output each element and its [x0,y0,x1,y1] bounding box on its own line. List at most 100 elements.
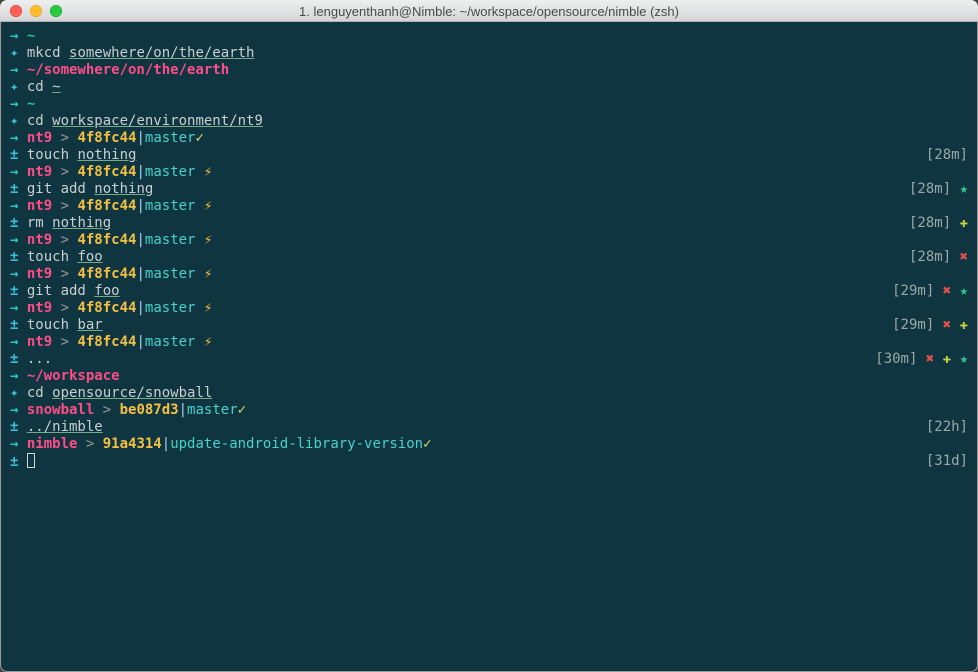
terminal-line: ✦ mkcd somewhere/on/the/earth [10,45,968,62]
segment: touch [27,147,78,163]
segment: ~/somewhere/on/the/earth [27,62,229,78]
rprompt-segment: [22h] [926,419,968,435]
terminal-line: → ~ [10,28,968,45]
segment: | [136,164,144,180]
segment: master [145,232,196,248]
segment: ~ [27,28,35,44]
segment: ± [10,147,27,163]
rprompt-segment: ✚ [943,351,960,367]
segment: | [136,130,144,146]
segment: 91a4314 [103,436,162,452]
segment: be087d3 [120,402,179,418]
rprompt-segment: ✖ [960,249,968,265]
terminal-line: ✦ cd workspace/environment/nt9 [10,113,968,130]
segment: ✦ [10,113,27,129]
segment: ± [10,249,27,265]
segment: ✓ [423,436,431,452]
segment: ~/workspace [27,368,120,384]
segment: cd [27,113,52,129]
rprompt-segment: ✚ [960,317,968,333]
segment: rm [27,215,52,231]
terminal-line: → nt9 > 4f8fc44|master ⚡ [10,164,968,181]
terminal-line: → ~ [10,96,968,113]
segment: ± [10,215,27,231]
rprompt-segment: [28m] [909,215,960,231]
segment: master [145,130,196,146]
segment: touch [27,317,78,333]
terminal-line: ✦ cd opensource/snowball [10,385,968,402]
titlebar: 1. lenguyenthanh@Nimble: ~/workspace/ope… [0,0,978,22]
segment: nothing [94,181,153,197]
segment: nothing [52,215,111,231]
segment: ± [10,454,27,470]
segment: | [162,436,170,452]
rprompt-segment: ★ [960,351,968,367]
segment: ± [10,181,27,197]
rprompt-segment: [29m] [892,283,943,299]
terminal-line: → nt9 > 4f8fc44|master ⚡ [10,232,968,249]
rprompt-segment: [28m] [909,249,960,265]
segment: > [52,198,77,214]
segment: | [179,402,187,418]
segment: ✦ [10,385,27,401]
terminal-line: → nt9 > 4f8fc44|master ⚡ [10,334,968,351]
segment: master [145,164,196,180]
terminal-line: ± touch foo[28m] ✖ [10,249,968,266]
terminal-line: ± ...[30m] ✖ ✚ ★ [10,351,968,368]
segment: → [10,62,27,78]
segment: git [27,181,61,197]
terminal-line: → ~/somewhere/on/the/earth [10,62,968,79]
rprompt-segment: [31d] [926,453,968,469]
segment: 4f8fc44 [77,232,136,248]
segment: nt9 [27,266,52,282]
segment: nt9 [27,334,52,350]
segment: ✦ [10,79,27,95]
segment: cd [27,385,52,401]
rprompt-segment: ✖ [926,351,943,367]
segment: snowball [27,402,94,418]
segment: → [10,130,27,146]
segment: ⚡ [195,198,212,214]
terminal-line: → nimble > 91a4314|update-android-librar… [10,436,968,453]
segment: ± [10,317,27,333]
segment: | [136,232,144,248]
rprompt-segment: [29m] [892,317,943,333]
segment: → [10,334,27,350]
segment: workspace/environment/nt9 [52,113,263,129]
segment: master [145,266,196,282]
segment: → [10,198,27,214]
segment: → [10,164,27,180]
terminal-body[interactable]: → ~✦ mkcd somewhere/on/the/earth→ ~/some… [0,22,978,471]
segment: master [145,334,196,350]
segment: nt9 [27,300,52,316]
segment: > [94,402,119,418]
segment: > [52,266,77,282]
terminal-line: → nt9 > 4f8fc44|master ⚡ [10,266,968,283]
segment: ✓ [238,402,246,418]
segment: ± [10,351,27,367]
terminal-line: ± [31d] [10,453,968,471]
segment: ✓ [195,130,203,146]
terminal-line: ± git add nothing[28m] ★ [10,181,968,198]
segment: nt9 [27,130,52,146]
segment: → [10,266,27,282]
segment: → [10,300,27,316]
segment: nt9 [27,164,52,180]
segment: nimble [27,436,78,452]
segment: 4f8fc44 [77,300,136,316]
segment: ~ [27,96,35,112]
segment: foo [94,283,119,299]
segment: > [52,334,77,350]
segment: add [61,181,95,197]
segment: master [187,402,238,418]
segment: | [136,266,144,282]
segment: ~ [52,79,60,95]
segment: git [27,283,61,299]
segment: 4f8fc44 [77,164,136,180]
segment: → [10,28,27,44]
terminal-line: ✦ cd ~ [10,79,968,96]
terminal-line: → nt9 > 4f8fc44|master ⚡ [10,300,968,317]
segment: > [52,232,77,248]
segment: > [52,130,77,146]
rprompt-segment: ★ [960,283,968,299]
